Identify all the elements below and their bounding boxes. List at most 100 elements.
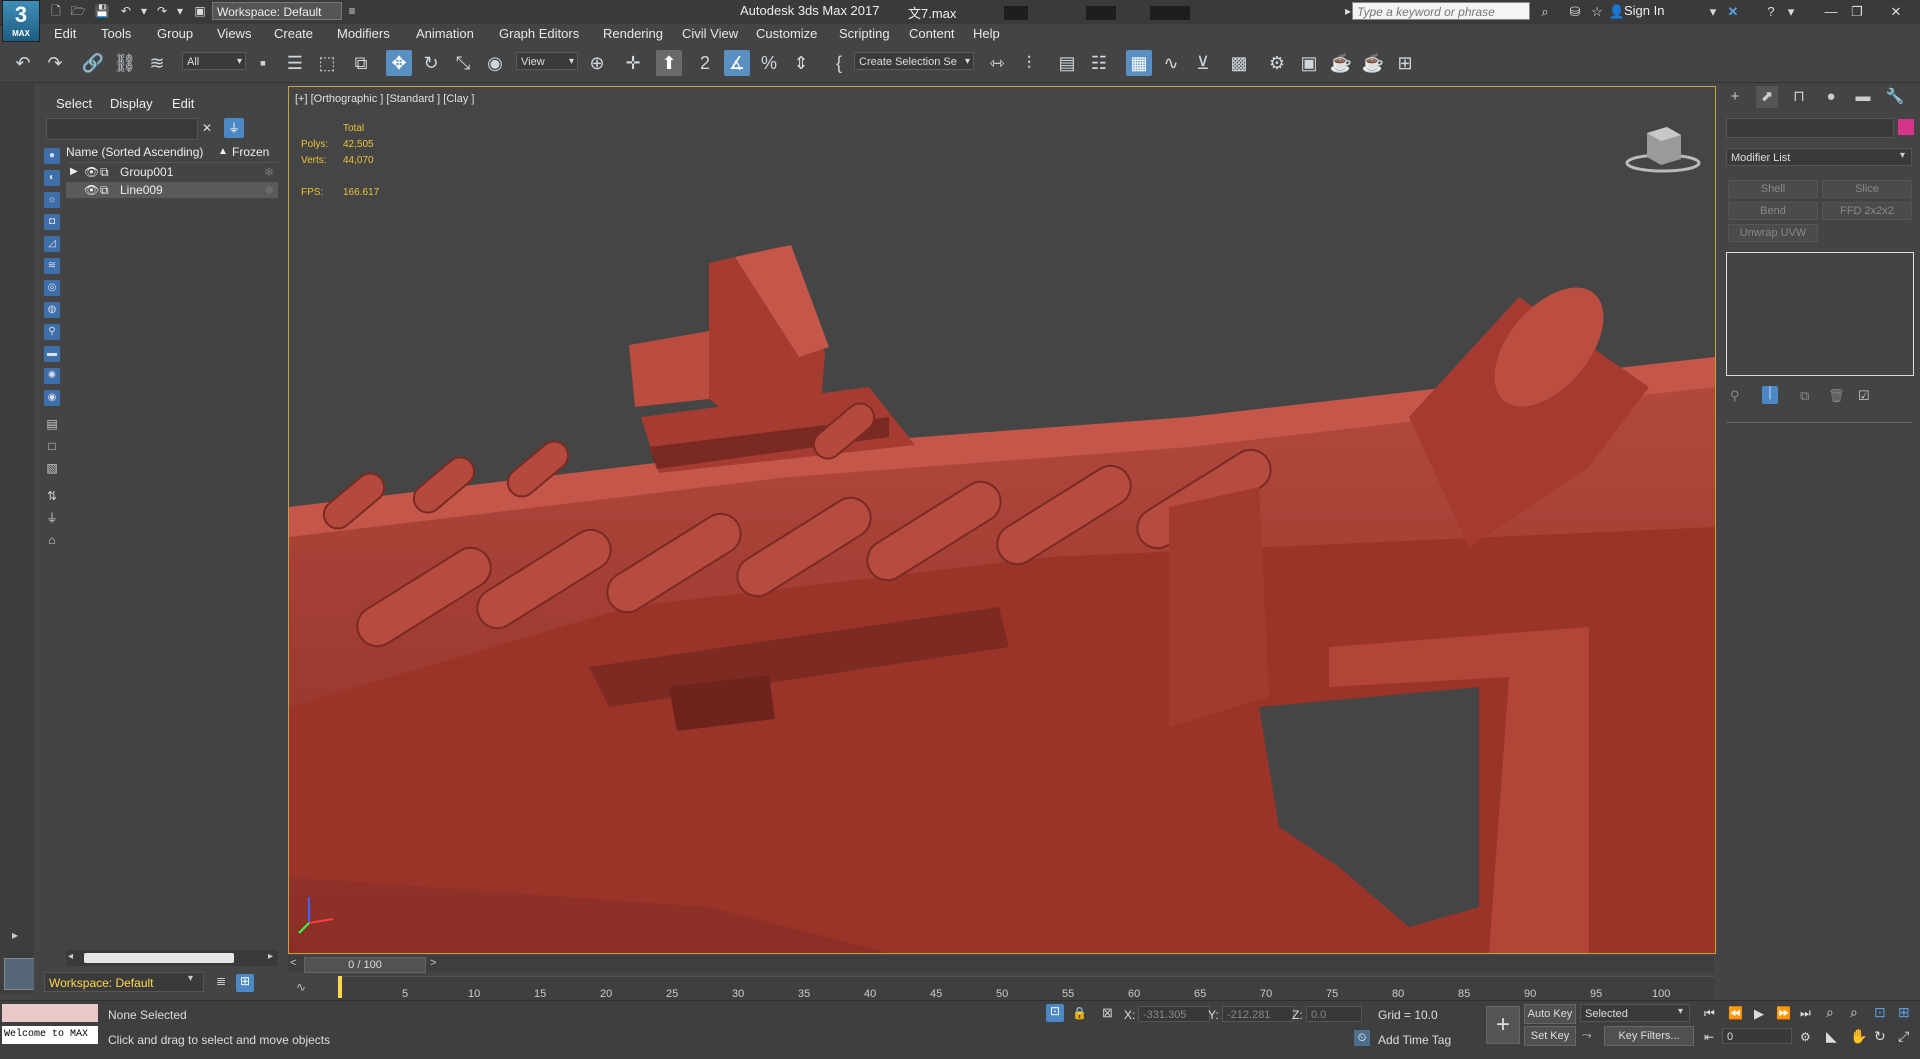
layers-icon[interactable]: ≣: [212, 974, 230, 992]
field-of-view-icon[interactable]: ◣: [1826, 1028, 1837, 1045]
menu-help[interactable]: Help: [973, 26, 1000, 41]
menu-edit[interactable]: Edit: [54, 26, 76, 41]
expand-arrow-icon[interactable]: ▸: [6, 926, 24, 944]
zoom-extents-icon[interactable]: ⊡: [1874, 1004, 1886, 1021]
app-logo-button[interactable]: 3 MAX: [2, 0, 40, 42]
pan-view-icon[interactable]: ✋: [1850, 1028, 1867, 1045]
undo-dropdown-icon[interactable]: ▾: [136, 3, 152, 19]
ffd-button[interactable]: FFD 2x2x2: [1822, 202, 1912, 220]
window-crossing-icon[interactable]: ⧉: [348, 50, 374, 76]
save-file-icon[interactable]: 💾: [94, 3, 110, 19]
dropdown-arrow-icon[interactable]: ▾: [1900, 150, 1905, 161]
clear-search-icon[interactable]: ✕: [198, 118, 216, 138]
display-lights-icon[interactable]: ☼: [44, 192, 60, 208]
explorer-tab-display[interactable]: Display: [110, 96, 153, 111]
menu-group[interactable]: Group: [157, 26, 193, 41]
mirror-icon[interactable]: ⇿: [984, 50, 1010, 76]
bend-button[interactable]: Bend: [1728, 202, 1818, 220]
align-icon[interactable]: ⫶: [1016, 50, 1042, 76]
select-object-icon[interactable]: ▪: [250, 50, 276, 76]
menu-scripting[interactable]: Scripting: [839, 26, 890, 41]
menu-tools[interactable]: Tools: [101, 26, 131, 41]
display-shapes-icon[interactable]: ◐: [44, 170, 60, 186]
rectangular-selection-icon[interactable]: ⬚: [314, 50, 340, 76]
expand-arrow-icon[interactable]: ▶: [70, 164, 78, 180]
render-cloud-icon[interactable]: ⊞: [1392, 50, 1418, 76]
time-prev-button[interactable]: <: [290, 957, 296, 969]
help-icon[interactable]: ?: [1762, 3, 1780, 21]
orbit-icon[interactable]: ↻: [1874, 1028, 1886, 1045]
unwrap-uvw-button[interactable]: Unwrap UVW: [1728, 224, 1818, 242]
menu-graph-editors[interactable]: Graph Editors: [499, 26, 579, 41]
x-coordinate-field[interactable]: -331.305: [1138, 1006, 1210, 1022]
list-item[interactable]: ▶ 👁 ⧉ Group001 ❄: [66, 164, 278, 180]
menu-modifiers[interactable]: Modifiers: [337, 26, 390, 41]
display-xrefs-icon[interactable]: ◍: [44, 302, 60, 318]
ribbon-toggle-icon[interactable]: ▦: [1126, 50, 1152, 76]
object-name-field[interactable]: [1726, 118, 1894, 138]
next-frame-icon[interactable]: ⏩: [1776, 1006, 1791, 1020]
freeze-icon[interactable]: ❄: [264, 164, 274, 180]
zoom-icon[interactable]: ⌕: [1826, 1004, 1834, 1021]
select-manipulate-icon[interactable]: ✛: [620, 50, 646, 76]
show-end-result-icon[interactable]: ⏐: [1762, 386, 1778, 404]
select-by-name-icon[interactable]: ☰: [282, 50, 308, 76]
eye-icon[interactable]: 👁: [84, 164, 99, 180]
go-to-start-icon[interactable]: ⏮: [1704, 1006, 1715, 1021]
redo-icon[interactable]: ↷: [42, 50, 68, 76]
scene-explorer-workspace-dropdown[interactable]: Workspace: Default: [44, 972, 204, 992]
exchange-apps-icon[interactable]: ✕: [1724, 3, 1742, 21]
menu-customize[interactable]: Customize: [756, 26, 817, 41]
modify-tab-icon[interactable]: ⬈: [1756, 86, 1778, 108]
utilities-tab-icon[interactable]: 🔧: [1884, 86, 1906, 108]
perspective-viewport[interactable]: [+] [Orthographic ] [Standard ] [Clay ] …: [288, 86, 1716, 954]
viewport-layout-thumb[interactable]: [4, 958, 36, 990]
hierarchy-mode-icon[interactable]: ⊞: [236, 974, 254, 992]
display-groups-icon[interactable]: ◎: [44, 280, 60, 296]
current-frame-marker[interactable]: [338, 976, 342, 998]
modifier-list-dropdown[interactable]: Modifier List: [1726, 148, 1912, 166]
sign-in-dropdown-icon[interactable]: ▾: [1704, 3, 1722, 21]
undo-icon[interactable]: ↶: [10, 50, 36, 76]
column-frozen-label[interactable]: Frozen: [232, 142, 269, 162]
sort-icon[interactable]: ⇅: [44, 488, 60, 504]
percent-snap-icon[interactable]: %: [756, 50, 782, 76]
y-coordinate-field[interactable]: -212.281: [1222, 1006, 1294, 1022]
binoculars-icon[interactable]: ⌕: [1536, 3, 1554, 21]
viewport-label[interactable]: [+] [Orthographic ] [Standard ] [Clay ]: [295, 93, 474, 105]
display-all-icon[interactable]: ▤: [44, 416, 60, 432]
layer-explorer-icon[interactable]: ☷: [1086, 50, 1112, 76]
eye-icon[interactable]: 👁: [84, 182, 99, 198]
remove-modifier-icon[interactable]: 🗑: [1828, 388, 1845, 404]
display-none-icon[interactable]: □: [44, 438, 60, 454]
snaps-toggle-icon[interactable]: 2: [692, 50, 718, 76]
display-cameras-icon[interactable]: ◘: [44, 214, 60, 230]
key-tangent-icon[interactable]: ⤳: [1582, 1028, 1592, 1043]
isolate-selection-icon[interactable]: ⊡: [1046, 1004, 1064, 1022]
render-setup-icon[interactable]: ⚙: [1264, 50, 1290, 76]
display-frozen-icon[interactable]: ◉: [44, 390, 60, 406]
display-tab-icon[interactable]: ▬: [1852, 86, 1874, 108]
select-and-scale-icon[interactable]: ⤡: [450, 50, 476, 76]
current-frame-field[interactable]: 0: [1722, 1028, 1792, 1044]
scroll-right-icon[interactable]: ▸: [268, 951, 273, 962]
make-unique-icon[interactable]: ⧉: [1800, 388, 1809, 404]
pivot-center-icon[interactable]: ⊕: [584, 50, 610, 76]
dropdown-arrow-icon[interactable]: ▾: [1678, 1006, 1683, 1017]
close-icon[interactable]: ✕: [1876, 3, 1916, 21]
column-name-label[interactable]: Name (Sorted Ascending): [66, 145, 203, 159]
menu-views[interactable]: Views: [217, 26, 251, 41]
dropdown-arrow-icon[interactable]: ▾: [188, 973, 193, 984]
material-editor-icon[interactable]: ▩: [1226, 50, 1252, 76]
scene-explorer-icon[interactable]: ▤: [1054, 50, 1080, 76]
shell-button[interactable]: Shell: [1728, 180, 1818, 198]
curve-editor-icon[interactable]: ∿: [1158, 50, 1184, 76]
filter-icon[interactable]: ⏚: [224, 118, 244, 138]
mini-curve-editor-icon[interactable]: ∿: [296, 980, 306, 994]
spinner-snap-icon[interactable]: ⇕: [788, 50, 814, 76]
add-time-tag-button[interactable]: Add Time Tag: [1378, 1033, 1451, 1047]
link-icon[interactable]: 🔗: [80, 50, 106, 76]
motion-tab-icon[interactable]: ●: [1820, 86, 1842, 108]
timeline-ruler[interactable]: 5 10 15 20 25 30 35 40 45 50 55 60 65 70…: [338, 976, 1714, 1000]
display-spacewarps-icon[interactable]: ≋: [44, 258, 60, 274]
